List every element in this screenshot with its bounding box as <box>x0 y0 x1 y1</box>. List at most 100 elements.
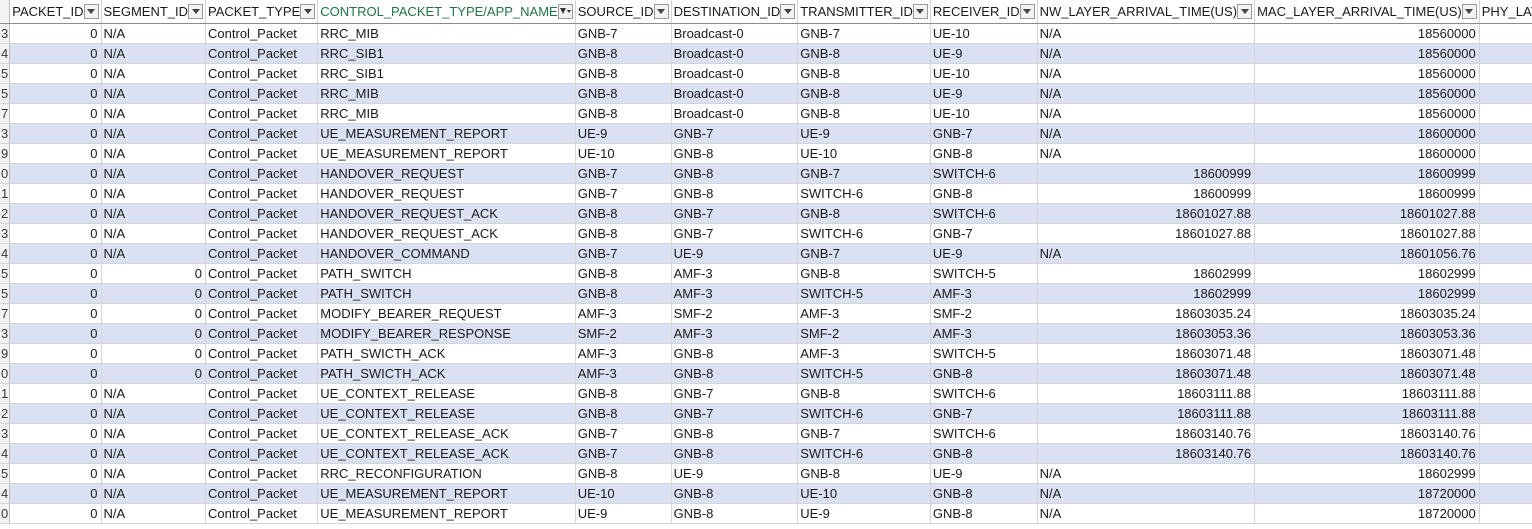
filter-dropdown-icon[interactable] <box>912 3 928 19</box>
row-number[interactable]: 7 <box>0 103 11 124</box>
cell-packet-id[interactable]: 0 <box>9 303 102 324</box>
cell-receiver-id[interactable]: GNB-8 <box>930 143 1038 164</box>
cell-mac-layer-arrival[interactable]: 18603140.76 <box>1254 443 1480 464</box>
cell-packet-type[interactable]: Control_Packet <box>205 443 319 464</box>
cell-source-id[interactable]: GNB-7 <box>575 423 672 444</box>
cell-receiver-id[interactable]: SWITCH-6 <box>930 383 1038 404</box>
cell-mac-layer-arrival[interactable]: 18560000 <box>1254 43 1480 64</box>
cell-packet-id[interactable]: 0 <box>9 443 102 464</box>
filter-dropdown-icon[interactable] <box>780 3 796 19</box>
cell-phy-layer-arr[interactable] <box>1479 243 1532 264</box>
cell-transmitter-id[interactable]: SWITCH-6 <box>797 443 931 464</box>
cell-segment-id[interactable]: N/A <box>101 243 207 264</box>
spreadsheet-grid[interactable]: PACKET_ID SEGMENT_ID PACKET_TYPE CONTROL_PA… <box>0 0 1532 529</box>
row-number[interactable]: 3 <box>0 123 11 144</box>
cell-packet-type[interactable]: Control_Packet <box>205 183 319 204</box>
row-number[interactable]: 3 <box>0 323 11 344</box>
cell-destination-id[interactable]: GNB-8 <box>671 443 799 464</box>
cell-segment-id[interactable]: N/A <box>101 143 207 164</box>
cell-receiver-id[interactable]: SWITCH-5 <box>930 343 1038 364</box>
cell-packet-id[interactable]: 0 <box>9 263 102 284</box>
cell-nw-layer-arrival[interactable]: 18601027.88 <box>1037 223 1256 244</box>
cell-mac-layer-arrival[interactable]: 18603053.36 <box>1254 323 1480 344</box>
cell-source-id[interactable]: UE-10 <box>575 483 672 504</box>
cell-control-packet-type[interactable]: RRC_MIB <box>317 23 576 44</box>
cell-nw-layer-arrival[interactable]: N/A <box>1037 123 1256 144</box>
row-number[interactable]: 0 <box>0 503 11 524</box>
cell-phy-layer-arr[interactable] <box>1479 123 1532 144</box>
cell-control-packet-type[interactable]: UE_MEASUREMENT_REPORT <box>317 123 576 144</box>
cell-destination-id[interactable]: GNB-8 <box>671 503 799 524</box>
cell-phy-layer-arr[interactable] <box>1479 203 1532 224</box>
cell-packet-type[interactable]: Control_Packet <box>205 283 319 304</box>
cell-phy-layer-arr[interactable] <box>1479 163 1532 184</box>
cell-phy-layer-arr[interactable] <box>1479 83 1532 104</box>
cell-transmitter-id[interactable]: SMF-2 <box>797 323 931 344</box>
cell-packet-id[interactable]: 0 <box>9 283 102 304</box>
cell-mac-layer-arrival[interactable]: 18602999 <box>1254 263 1480 284</box>
cell-receiver-id[interactable]: SWITCH-6 <box>930 163 1038 184</box>
cell-packet-type[interactable]: Control_Packet <box>205 163 319 184</box>
cell-segment-id[interactable]: N/A <box>101 383 207 404</box>
cell-destination-id[interactable]: GNB-8 <box>671 363 799 384</box>
cell-segment-id[interactable]: 0 <box>101 303 207 324</box>
cell-segment-id[interactable]: 0 <box>101 283 207 304</box>
filter-dropdown-icon[interactable] <box>1019 3 1035 19</box>
cell-packet-type[interactable]: Control_Packet <box>205 63 319 84</box>
cell-packet-type[interactable]: Control_Packet <box>205 503 319 524</box>
cell-destination-id[interactable]: Broadcast-0 <box>671 63 799 84</box>
cell-nw-layer-arrival[interactable]: 18603111.88 <box>1037 383 1256 404</box>
column-header-control-packet-type[interactable]: CONTROL_PACKET_TYPE/APP_NAME <box>317 0 576 24</box>
cell-destination-id[interactable]: GNB-8 <box>671 483 799 504</box>
cell-packet-id[interactable]: 0 <box>9 103 102 124</box>
cell-phy-layer-arr[interactable] <box>1479 443 1532 464</box>
cell-transmitter-id[interactable]: GNB-8 <box>797 83 931 104</box>
cell-phy-layer-arr[interactable] <box>1479 423 1532 444</box>
cell-packet-id[interactable]: 0 <box>9 23 102 44</box>
cell-destination-id[interactable]: GNB-7 <box>671 203 799 224</box>
cell-mac-layer-arrival[interactable]: 18720000 <box>1254 503 1480 524</box>
filter-dropdown-icon[interactable] <box>653 3 669 19</box>
cell-segment-id[interactable]: N/A <box>101 223 207 244</box>
row-number[interactable]: 3 <box>0 23 11 44</box>
cell-packet-id[interactable]: 0 <box>9 403 102 424</box>
cell-transmitter-id[interactable]: GNB-7 <box>797 243 931 264</box>
cell-phy-layer-arr[interactable] <box>1479 323 1532 344</box>
cell-nw-layer-arrival[interactable]: 18603071.48 <box>1037 343 1256 364</box>
cell-control-packet-type[interactable]: MODIFY_BEARER_REQUEST <box>317 303 576 324</box>
cell-packet-type[interactable]: Control_Packet <box>205 203 319 224</box>
row-number[interactable]: 2 <box>0 403 11 424</box>
cell-transmitter-id[interactable]: GNB-7 <box>797 23 931 44</box>
cell-transmitter-id[interactable]: UE-9 <box>797 123 931 144</box>
column-header-source-id[interactable]: SOURCE_ID <box>575 0 672 24</box>
cell-transmitter-id[interactable]: GNB-8 <box>797 43 931 64</box>
cell-nw-layer-arrival[interactable]: 18603111.88 <box>1037 403 1256 424</box>
cell-phy-layer-arr[interactable] <box>1479 343 1532 364</box>
cell-destination-id[interactable]: UE-9 <box>671 243 799 264</box>
cell-packet-id[interactable]: 0 <box>9 123 102 144</box>
cell-control-packet-type[interactable]: PATH_SWICTH_ACK <box>317 343 576 364</box>
cell-segment-id[interactable]: 0 <box>101 323 207 344</box>
cell-mac-layer-arrival[interactable]: 18600000 <box>1254 143 1480 164</box>
row-number[interactable]: 5 <box>0 463 11 484</box>
cell-receiver-id[interactable]: GNB-7 <box>930 403 1038 424</box>
cell-transmitter-id[interactable]: UE-10 <box>797 483 931 504</box>
cell-source-id[interactable]: GNB-8 <box>575 263 672 284</box>
cell-source-id[interactable]: GNB-8 <box>575 43 672 64</box>
row-number[interactable]: 3 <box>0 423 11 444</box>
cell-packet-id[interactable]: 0 <box>9 163 102 184</box>
cell-destination-id[interactable]: GNB-7 <box>671 123 799 144</box>
cell-packet-id[interactable]: 0 <box>9 383 102 404</box>
cell-segment-id[interactable]: N/A <box>101 23 207 44</box>
cell-mac-layer-arrival[interactable]: 18603140.76 <box>1254 423 1480 444</box>
row-number[interactable]: 4 <box>0 43 11 64</box>
cell-source-id[interactable]: GNB-8 <box>575 223 672 244</box>
cell-segment-id[interactable]: N/A <box>101 183 207 204</box>
cell-transmitter-id[interactable]: SWITCH-5 <box>797 283 931 304</box>
cell-mac-layer-arrival[interactable]: 18720000 <box>1254 483 1480 504</box>
cell-destination-id[interactable]: Broadcast-0 <box>671 83 799 104</box>
cell-nw-layer-arrival[interactable]: N/A <box>1037 63 1256 84</box>
cell-segment-id[interactable]: N/A <box>101 103 207 124</box>
cell-source-id[interactable]: UE-9 <box>575 503 672 524</box>
cell-mac-layer-arrival[interactable]: 18603071.48 <box>1254 363 1480 384</box>
